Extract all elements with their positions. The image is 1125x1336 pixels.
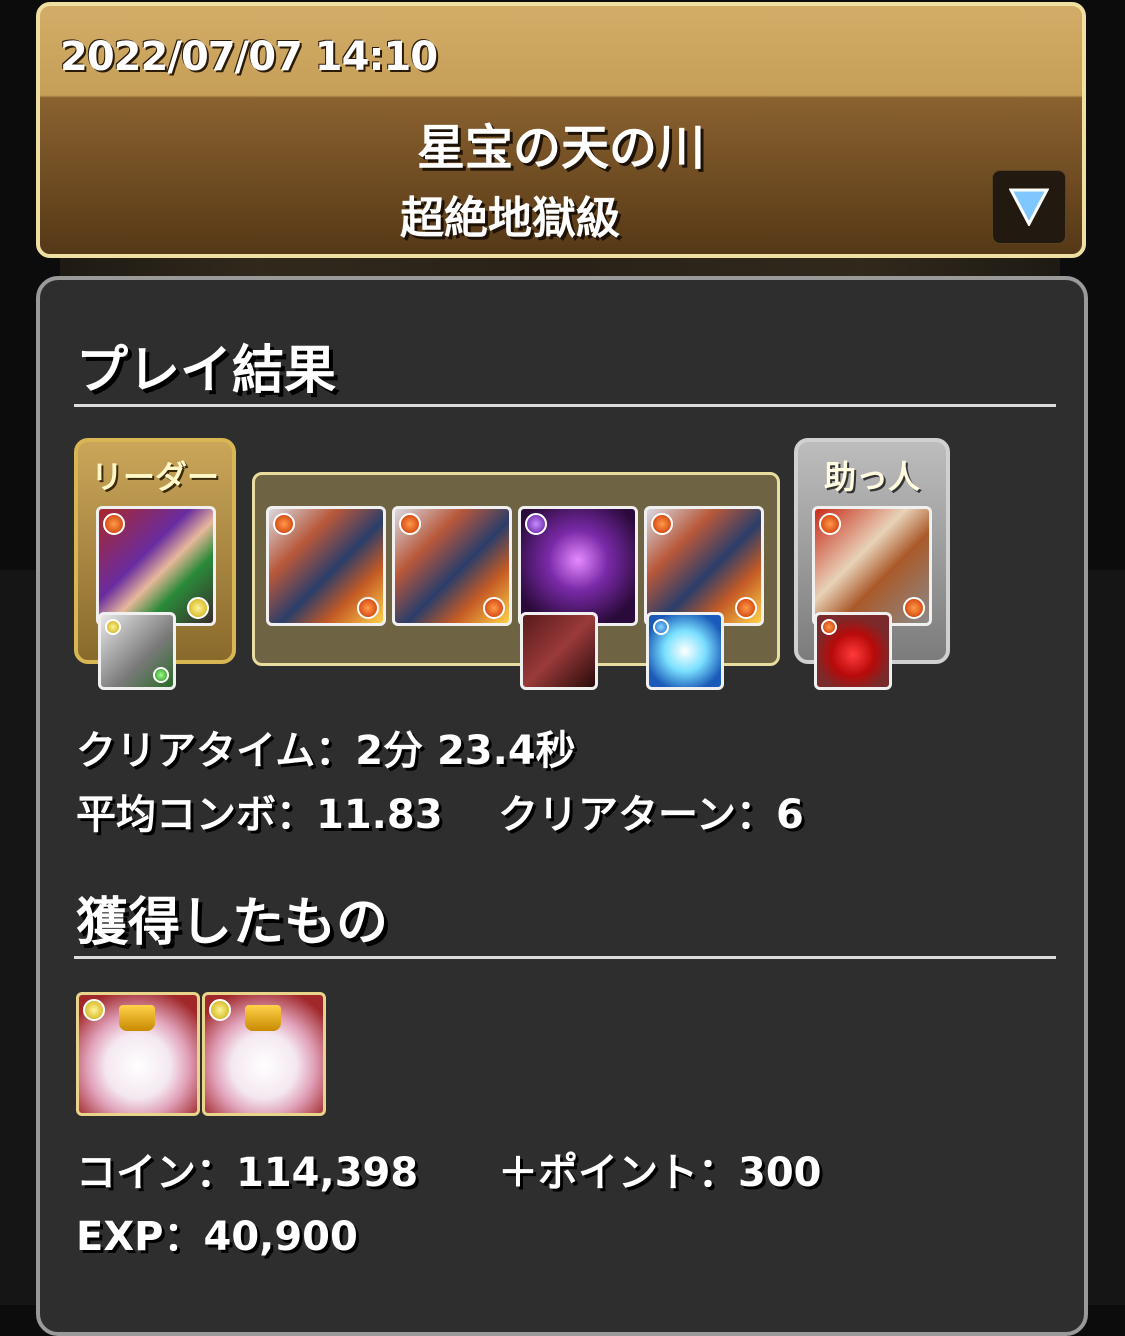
play-datetime: 2022/07/07 14:10 [60, 34, 438, 80]
clear-time-label: クリアタイム： [76, 728, 356, 774]
results-panel: プレイ結果 リーダー 助っ人 クリアタイム：2分 23.4秒 平均コンボ：11.… [36, 276, 1088, 1336]
fire-dragon-icon[interactable] [644, 506, 764, 626]
background-left [0, 570, 40, 1305]
background-right [1085, 570, 1125, 1305]
fire-attribute-icon [103, 513, 125, 535]
fire-dragon-icon[interactable] [392, 506, 512, 626]
dark-attribute-icon [525, 513, 547, 535]
fire-attribute-icon [819, 513, 841, 535]
dungeon-difficulty: 超絶地獄級 [400, 193, 620, 244]
avg-combo-row: 平均コンボ：11.83 [76, 782, 443, 840]
triangle-down-icon [1009, 188, 1049, 226]
fire-attribute-icon [735, 597, 757, 619]
clear-time-row: クリアタイム：2分 23.4秒 [76, 718, 576, 776]
dungeon-name: 星宝の天の川 [416, 120, 705, 176]
light-attribute-icon [83, 999, 105, 1021]
rewards-title: 獲得したもの [76, 893, 389, 953]
points-value: 300 [738, 1150, 822, 1196]
void-monster-icon[interactable] [518, 506, 638, 626]
fire-attribute-icon [357, 597, 379, 619]
fire-attribute-icon [273, 513, 295, 535]
fire-attribute-icon [399, 513, 421, 535]
coin-value: 114,398 [236, 1150, 419, 1196]
exp-row: EXP：40,900 [76, 1204, 358, 1262]
crown-icon [119, 1005, 155, 1031]
card-assist-icon[interactable] [98, 612, 176, 690]
dungeon-header: 2022/07/07 14:10 星宝の天の川 超絶地獄級 [36, 2, 1086, 258]
avg-combo-label: 平均コンボ： [76, 792, 316, 838]
book-assist-icon[interactable] [520, 612, 598, 690]
light-attribute-icon [187, 597, 209, 619]
points-label: ＋ポイント： [498, 1150, 738, 1196]
tamazo-king-icon[interactable] [76, 992, 200, 1116]
fire-attribute-icon [821, 619, 837, 635]
apple-assist-icon[interactable] [814, 612, 892, 690]
exp-value: 40,900 [203, 1214, 358, 1260]
exp-label: EXP： [76, 1214, 204, 1260]
helper-label: 助っ人 [823, 458, 920, 496]
divider [74, 956, 1056, 959]
expand-button[interactable] [992, 170, 1066, 244]
light-attribute-icon [209, 999, 231, 1021]
play-results-title: プレイ結果 [76, 341, 337, 401]
coin-label: コイン： [76, 1150, 236, 1196]
clear-time-value: 2分 23.4秒 [355, 728, 576, 774]
pet-assist-icon[interactable] [646, 612, 724, 690]
water-attribute-icon [653, 619, 669, 635]
clear-turn-row: クリアターン：6 [498, 782, 804, 840]
helper-monster-icon[interactable] [812, 506, 932, 626]
fire-dragon-icon[interactable] [266, 506, 386, 626]
tamazo-king-icon[interactable] [202, 992, 326, 1116]
divider [74, 404, 1056, 407]
fire-attribute-icon [651, 513, 673, 535]
leader-label: リーダー [90, 458, 219, 496]
wood-attribute-icon [153, 667, 169, 683]
crown-icon [245, 1005, 281, 1031]
fire-attribute-icon [483, 597, 505, 619]
clear-turn-label: クリアターン： [498, 792, 776, 838]
points-row: ＋ポイント：300 [498, 1140, 822, 1198]
pirate-monster-icon[interactable] [96, 506, 216, 626]
clear-turn-value: 6 [776, 792, 804, 838]
fire-attribute-icon [903, 597, 925, 619]
coin-row: コイン：114,398 [76, 1140, 418, 1198]
light-attribute-icon [105, 619, 121, 635]
avg-combo-value: 11.83 [316, 792, 443, 838]
